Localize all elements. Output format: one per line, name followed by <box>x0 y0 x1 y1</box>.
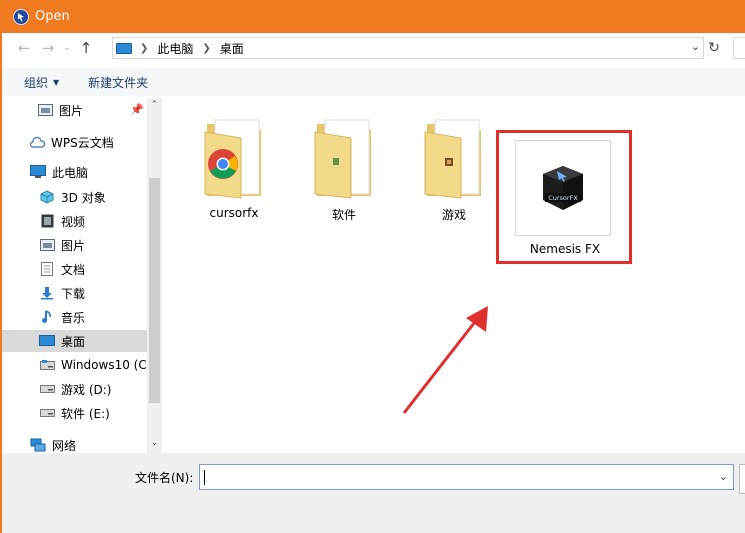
sidebar-item-documents[interactable]: 文档 <box>2 258 147 280</box>
sidebar-item-this-pc[interactable]: 此电脑 <box>2 161 147 183</box>
annotation-arrow-icon <box>402 306 488 414</box>
text-caret <box>204 470 205 485</box>
sidebar-item-pictures-quick[interactable]: 图片 <box>2 99 147 121</box>
file-list: cursorfx 软件 游戏 CursorFX Nemesis FX <box>162 98 745 453</box>
organize-label: 组织 <box>24 75 49 90</box>
file-item-software[interactable]: 软件 <box>284 116 404 223</box>
breadcrumb-separator-icon[interactable]: ❯ <box>202 43 210 54</box>
filename-dropdown-icon[interactable]: ⌄ <box>719 470 728 483</box>
title-bar: Open <box>0 0 745 33</box>
sidebar-item-drive-d[interactable]: 游戏 (D:) <box>2 378 147 400</box>
filename-panel: 文件名(N): ⌄ <box>2 453 745 533</box>
pc-icon <box>30 164 46 180</box>
file-item-nemesis-fx[interactable]: CursorFX <box>515 140 611 236</box>
pc-icon <box>116 42 132 54</box>
pictures-icon <box>37 102 53 118</box>
breadcrumb-separator-icon[interactable]: ❯ <box>140 43 148 54</box>
download-icon <box>39 285 55 301</box>
cursorfx-logo-text: CursorFX <box>548 194 578 202</box>
pin-icon[interactable]: 📌 <box>130 103 144 116</box>
desktop-icon <box>39 333 55 349</box>
cursorfx-app-icon: CursorFX <box>543 166 583 210</box>
scroll-down-icon[interactable]: ⌄ <box>149 438 160 448</box>
app-icon <box>13 8 29 25</box>
address-dropdown-icon[interactable]: ⌄ <box>691 40 700 53</box>
up-arrow-icon[interactable]: ↑ <box>74 36 98 60</box>
organize-button[interactable]: 组织 ▼ <box>24 74 59 91</box>
recent-chevron-icon[interactable]: ⌄ <box>60 36 74 60</box>
drive-icon <box>39 381 55 397</box>
refresh-icon[interactable]: ↻ <box>705 39 723 57</box>
filename-input[interactable]: ⌄ <box>199 464 734 490</box>
sidebar-item-3d-objects[interactable]: 3D 对象 <box>2 186 147 208</box>
sidebar-item-desktop[interactable]: 桌面 <box>2 330 147 352</box>
back-arrow-icon[interactable]: ← <box>12 36 36 60</box>
file-name: cursorfx <box>209 206 259 220</box>
sidebar-item-network[interactable]: 网络 <box>2 434 147 453</box>
sidebar-scrollbar[interactable]: ⌃ ⌄ <box>147 98 162 453</box>
sidebar-item-pictures[interactable]: 图片 <box>2 234 147 256</box>
drive-icon <box>39 357 55 373</box>
filename-label: 文件名(N): <box>135 471 194 485</box>
open-dialog: ← → ⌄ ↑ ❯ 此电脑 ❯ 桌面 ⌄ ↻ 组织 ▼ 新建文件夹 图片 📌 W… <box>0 33 745 533</box>
scrollbar-thumb[interactable] <box>149 178 160 403</box>
navigation-pane: 图片 📌 WPS云文档 此电脑 3D 对象 视频 图片 文档 下载 音乐 桌面 … <box>2 98 162 453</box>
documents-icon <box>39 261 55 277</box>
sidebar-item-wps-cloud[interactable]: WPS云文档 <box>2 131 147 153</box>
window-title: Open <box>35 9 70 24</box>
drive-icon <box>39 405 55 421</box>
scroll-up-icon[interactable]: ⌃ <box>149 100 160 110</box>
folder-icon <box>424 119 481 199</box>
breadcrumb-desktop[interactable]: 桌面 <box>220 40 244 57</box>
sidebar-item-drive-c[interactable]: Windows10 (C: <box>2 354 151 376</box>
command-bar: 组织 ▼ 新建文件夹 <box>2 68 745 96</box>
sidebar-item-music[interactable]: 音乐 <box>2 306 147 328</box>
pictures-icon <box>39 237 55 253</box>
folder-icon <box>314 119 371 199</box>
sidebar-item-videos[interactable]: 视频 <box>2 210 147 232</box>
file-type-select[interactable] <box>739 464 745 494</box>
folder-chrome-icon <box>204 119 261 199</box>
sidebar-item-downloads[interactable]: 下载 <box>2 282 147 304</box>
cloud-icon <box>29 134 45 150</box>
file-item-nemesis-fx-label[interactable]: Nemesis FX <box>505 238 625 256</box>
3d-objects-icon <box>39 189 55 205</box>
breadcrumb-this-pc[interactable]: 此电脑 <box>157 40 193 57</box>
address-bar[interactable]: ❯ 此电脑 ❯ 桌面 ⌄ <box>112 37 704 59</box>
video-icon <box>39 213 55 229</box>
file-item-cursorfx[interactable]: cursorfx <box>174 116 294 220</box>
file-name: 软件 <box>331 208 356 222</box>
search-box[interactable] <box>733 37 745 59</box>
forward-arrow-icon[interactable]: → <box>36 36 60 60</box>
network-icon <box>30 437 46 453</box>
music-icon <box>39 309 55 325</box>
file-name: Nemesis FX <box>529 242 601 256</box>
sidebar-item-drive-e[interactable]: 软件 (E:) <box>2 402 147 424</box>
caret-down-icon: ▼ <box>53 77 60 87</box>
new-folder-button[interactable]: 新建文件夹 <box>88 74 148 91</box>
